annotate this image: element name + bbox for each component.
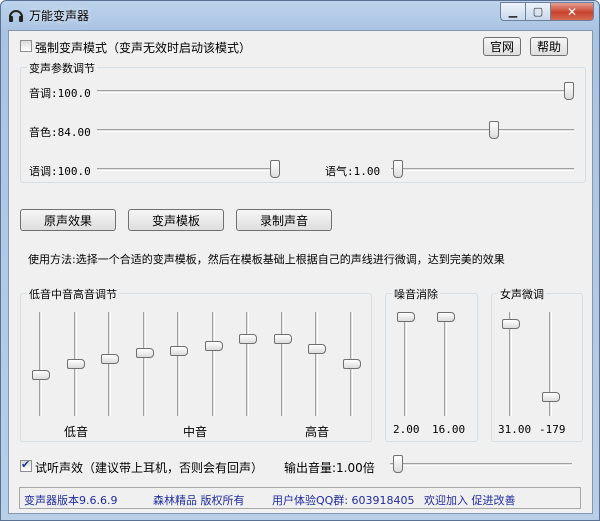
eq-band-slider-3[interactable] bbox=[100, 312, 120, 416]
title-bar[interactable]: 万能变声器 ▁ ▢ ✕ bbox=[1, 1, 599, 29]
female-value-2: -179 bbox=[539, 423, 566, 436]
noise-slider-2-thumb[interactable] bbox=[437, 312, 455, 322]
tone-slider-track bbox=[97, 168, 280, 171]
noise-value-1: 2.00 bbox=[393, 423, 420, 436]
force-mode-checkbox[interactable] bbox=[20, 40, 32, 52]
window-title: 万能变声器 bbox=[29, 9, 90, 23]
status-join-link[interactable]: 欢迎加入 促进改善 bbox=[424, 492, 516, 508]
mood-label: 语气:1.00 bbox=[325, 165, 381, 178]
eq-band-slider-8[interactable] bbox=[273, 312, 293, 416]
eq-band-slider-10-thumb[interactable] bbox=[342, 359, 361, 369]
minimize-icon: ▁ bbox=[508, 5, 518, 18]
output-volume-slider-thumb[interactable] bbox=[393, 455, 403, 473]
output-volume-label: 输出音量:1.00倍 bbox=[284, 461, 375, 475]
female-value-1: 31.00 bbox=[498, 423, 532, 436]
status-version: 变声器版本9.6.6.9 bbox=[24, 494, 118, 507]
eq-band-slider-9-track bbox=[315, 312, 318, 416]
mood-slider-thumb[interactable] bbox=[393, 160, 403, 178]
eq-band-slider-7-track bbox=[246, 312, 249, 416]
eq-band-slider-8-thumb[interactable] bbox=[273, 334, 292, 344]
pitch-slider[interactable] bbox=[97, 81, 574, 101]
timbre-label: 音色:84.00 bbox=[29, 126, 91, 139]
eq-band-slider-5-track bbox=[177, 312, 180, 416]
original-effect-button[interactable]: 原声效果 bbox=[20, 209, 116, 231]
maximize-button[interactable]: ▢ bbox=[526, 2, 551, 21]
output-volume-slider[interactable] bbox=[390, 454, 572, 474]
mood-slider[interactable] bbox=[391, 159, 574, 179]
noise-value-2: 16.00 bbox=[432, 423, 466, 436]
eq-band-slider-8-track bbox=[280, 312, 284, 416]
mood-slider-track bbox=[391, 168, 574, 171]
pitch-label: 音调:100.0 bbox=[29, 87, 91, 100]
eq-band-slider-2-thumb[interactable] bbox=[66, 359, 85, 369]
tone-slider[interactable] bbox=[97, 159, 280, 179]
eq-band-slider-3-thumb[interactable] bbox=[101, 354, 119, 364]
main-panel: 强制变声模式（变声无效时启动该模式） 官网 帮助 变声参数调节 音调:100.0… bbox=[8, 30, 593, 514]
monitor-label: 试听声效（建议带上耳机，否则会有回声） bbox=[35, 461, 264, 475]
minimize-button[interactable]: ▁ bbox=[500, 2, 526, 21]
timbre-slider[interactable] bbox=[97, 120, 574, 140]
eq-band-slider-6-track bbox=[211, 312, 215, 416]
eq-low-label: 低音 bbox=[64, 425, 89, 439]
eq-group-label: 低音中音高音调节 bbox=[27, 286, 119, 302]
close-button[interactable]: ✕ bbox=[551, 2, 594, 21]
eq-band-slider-3-track bbox=[108, 312, 111, 416]
eq-band-slider-9-thumb[interactable] bbox=[308, 344, 326, 354]
eq-band-slider-4-track bbox=[142, 312, 146, 416]
record-button[interactable]: 录制声音 bbox=[236, 209, 332, 231]
noise-slider-1[interactable] bbox=[396, 312, 416, 416]
female-slider-1-thumb[interactable] bbox=[502, 319, 520, 329]
noise-group-label: 噪音消除 bbox=[392, 286, 440, 302]
eq-band-slider-1[interactable] bbox=[31, 312, 51, 416]
pitch-slider-thumb[interactable] bbox=[564, 82, 574, 100]
eq-high-label: 高音 bbox=[305, 425, 330, 439]
tone-slider-thumb[interactable] bbox=[270, 160, 280, 178]
female-slider-2-thumb[interactable] bbox=[542, 392, 560, 402]
eq-band-slider-7[interactable] bbox=[238, 312, 258, 416]
eq-band-slider-5-thumb[interactable] bbox=[170, 346, 188, 356]
eq-band-slider-9[interactable] bbox=[307, 312, 327, 416]
female-slider-2[interactable] bbox=[541, 312, 561, 416]
noise-slider-2-track bbox=[444, 312, 447, 416]
close-icon: ✕ bbox=[566, 4, 578, 19]
help-button[interactable]: 帮助 bbox=[530, 37, 568, 56]
noise-slider-1-track bbox=[404, 312, 407, 416]
status-vendor: 森林精品 版权所有 bbox=[153, 494, 245, 507]
pitch-slider-track bbox=[97, 90, 574, 93]
eq-band-slider-1-track bbox=[39, 312, 42, 416]
timbre-slider-track bbox=[97, 129, 574, 132]
noise-slider-1-thumb[interactable] bbox=[397, 312, 415, 322]
eq-band-slider-7-thumb[interactable] bbox=[239, 334, 257, 344]
app-window: 万能变声器 ▁ ▢ ✕ 强制变声模式（变声无效时启动该模式） 官网 帮助 变声参… bbox=[0, 0, 600, 521]
eq-band-slider-10[interactable] bbox=[342, 312, 362, 416]
noise-group: 噪音消除 2.00 16.00 bbox=[385, 286, 478, 442]
eq-band-slider-2[interactable] bbox=[66, 312, 86, 416]
headphones-icon bbox=[9, 10, 23, 22]
eq-band-slider-4[interactable] bbox=[135, 312, 155, 416]
status-qq: 用户体验QQ群: 603918405 bbox=[272, 494, 415, 507]
eq-group: 低音中音高音调节 低音 中音 高音 bbox=[20, 286, 372, 442]
noise-slider-2[interactable] bbox=[436, 312, 456, 416]
output-volume-slider-track bbox=[390, 463, 572, 466]
maximize-icon: ▢ bbox=[532, 5, 544, 18]
eq-band-slider-6-thumb[interactable] bbox=[204, 341, 223, 351]
voice-template-button[interactable]: 变声模板 bbox=[128, 209, 224, 231]
eq-band-slider-1-thumb[interactable] bbox=[32, 370, 50, 380]
female-slider-1[interactable] bbox=[501, 312, 521, 416]
website-button[interactable]: 官网 bbox=[483, 37, 521, 56]
eq-band-slider-5[interactable] bbox=[169, 312, 189, 416]
status-bar: 变声器版本9.6.6.9 森林精品 版权所有 用户体验QQ群: 60391840… bbox=[19, 487, 581, 509]
params-group-label: 变声参数调节 bbox=[27, 60, 97, 76]
usage-text: 使用方法:选择一个合适的变声模板，然后在模板基础上根据自己的声线进行微调，达到完… bbox=[28, 253, 505, 266]
female-group-label: 女声微调 bbox=[498, 286, 546, 302]
eq-band-slider-6[interactable] bbox=[204, 312, 224, 416]
monitor-checkbox[interactable] bbox=[20, 458, 32, 472]
eq-mid-label: 中音 bbox=[183, 425, 208, 439]
timbre-slider-thumb[interactable] bbox=[489, 121, 499, 139]
params-group: 变声参数调节 音调:100.0 音色:84.00 语调:100.0 语气:1.0… bbox=[20, 60, 586, 183]
female-group: 女声微调 31.00 -179 bbox=[491, 286, 583, 442]
force-mode-label: 强制变声模式（变声无效时启动该模式） bbox=[35, 41, 252, 55]
tone-label: 语调:100.0 bbox=[29, 165, 91, 178]
eq-band-slider-4-thumb[interactable] bbox=[135, 348, 154, 358]
